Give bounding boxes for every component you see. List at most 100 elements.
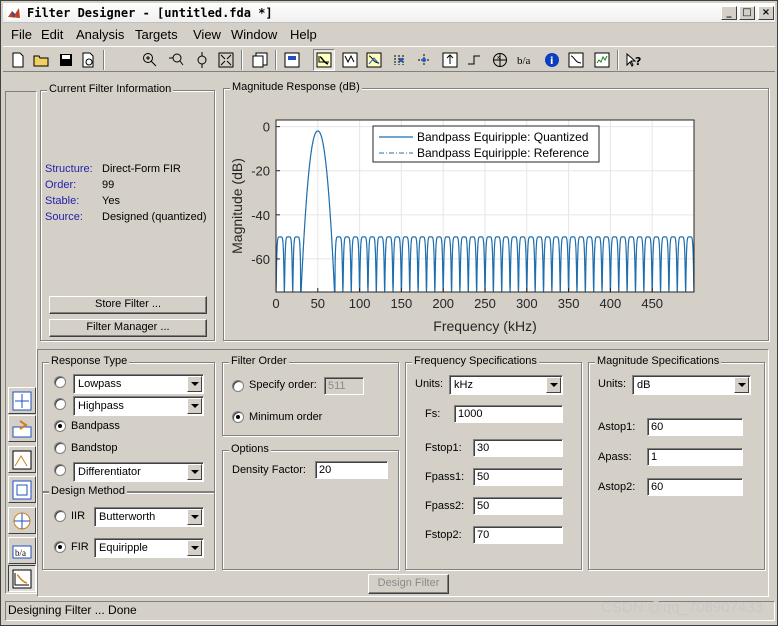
- iir-radio[interactable]: [54, 510, 66, 522]
- mag-units-select[interactable]: dB: [632, 375, 751, 395]
- maximize-button[interactable]: □: [739, 6, 755, 20]
- freq-units-select[interactable]: kHz: [449, 375, 563, 395]
- menu-view[interactable]: View: [193, 27, 221, 42]
- new-figure-icon[interactable]: [249, 49, 271, 71]
- specify-order-radio[interactable]: [232, 380, 244, 392]
- menu-edit[interactable]: Edit: [41, 27, 63, 42]
- x-tick-label: 100: [349, 296, 371, 311]
- x-tick-label: 0: [272, 296, 279, 311]
- differentiator-radio[interactable]: [54, 464, 66, 476]
- fs-input[interactable]: 1000: [454, 405, 563, 423]
- open-icon[interactable]: [31, 49, 53, 71]
- impulse-response-icon[interactable]: [439, 49, 461, 71]
- fs-label: Fs:: [425, 408, 441, 420]
- save-icon[interactable]: [55, 49, 77, 71]
- differentiator-select[interactable]: Differentiator: [73, 462, 204, 482]
- design-filter-button[interactable]: Design Filter: [368, 574, 449, 594]
- info-icon[interactable]: i: [541, 49, 563, 71]
- magnitude-estimate-icon[interactable]: [565, 49, 587, 71]
- astop1-input[interactable]: 60: [647, 418, 743, 436]
- fir-method-select[interactable]: Equiripple: [94, 538, 204, 558]
- minimum-order-radio[interactable]: [232, 411, 244, 423]
- fpass1-input[interactable]: 50: [473, 468, 563, 486]
- y-axis-label: Magnitude (dB): [229, 158, 245, 254]
- bandstop-radio[interactable]: [54, 442, 66, 454]
- highpass-radio[interactable]: [54, 398, 66, 410]
- transform-filter-icon[interactable]: [8, 387, 36, 414]
- watermark: CSDN @qq_708907433: [600, 599, 763, 616]
- toolbar: x b/a i ?: [3, 46, 775, 72]
- fpass2-input[interactable]: 50: [473, 497, 563, 515]
- magnitude-response-title: Magnitude Response (dB): [230, 81, 362, 93]
- print-preview-icon[interactable]: [77, 49, 99, 71]
- fir-radio[interactable]: [54, 541, 66, 553]
- magnitude-response-icon[interactable]: [313, 49, 335, 71]
- import-filter-icon[interactable]: [8, 415, 36, 442]
- svg-text:b/a: b/a: [517, 55, 531, 67]
- filter-specs-icon[interactable]: [281, 49, 303, 71]
- structure-label: Structure:: [45, 163, 93, 175]
- zoom-in-icon[interactable]: [139, 49, 161, 71]
- close-button[interactable]: ×: [758, 6, 774, 20]
- magnitude-response-plot[interactable]: 0 50 100 150 200 250 300 350 400 450 0 -20 -40 -60 Fre…: [224, 97, 768, 339]
- group-delay-icon[interactable]: [389, 49, 411, 71]
- lowpass-radio[interactable]: [54, 376, 66, 388]
- phase-response-icon[interactable]: [339, 49, 361, 71]
- y-tick-label: -60: [251, 252, 270, 267]
- highpass-select[interactable]: Highpass: [73, 396, 204, 416]
- menu-file[interactable]: File: [11, 27, 32, 42]
- fstop1-label: Fstop1:: [425, 442, 462, 454]
- specify-order-label: Specify order:: [249, 379, 317, 391]
- bandpass-label: Bandpass: [71, 420, 120, 432]
- order-input[interactable]: 511: [324, 377, 364, 395]
- options-title: Options: [229, 443, 271, 455]
- order-label: Order:: [45, 179, 77, 191]
- source-label: Source:: [45, 211, 83, 223]
- fstop2-input[interactable]: 70: [473, 526, 563, 544]
- status-text: Designing Filter ... Done: [8, 603, 137, 617]
- density-factor-label: Density Factor:: [232, 464, 306, 476]
- mag-units-label: Units:: [598, 378, 627, 390]
- bandpass-radio[interactable]: [54, 420, 66, 432]
- density-factor-input[interactable]: 20: [315, 461, 388, 479]
- fpass1-label: Fpass1:: [425, 471, 465, 483]
- zoom-x-icon[interactable]: [165, 49, 187, 71]
- menu-help[interactable]: Help: [290, 27, 317, 42]
- coefficients-icon[interactable]: b/a: [515, 49, 537, 71]
- quantization-icon[interactable]: b/a: [8, 537, 36, 564]
- filter-order-title: Filter Order: [229, 355, 289, 367]
- chevron-down-icon: [187, 398, 202, 414]
- filter-manager-button[interactable]: Filter Manager ...: [49, 319, 207, 337]
- apass-label: Apass:: [598, 451, 632, 463]
- lowpass-select[interactable]: Lowpass: [73, 374, 204, 394]
- design-method-title: Design Method: [49, 485, 127, 497]
- store-filter-button[interactable]: Store Filter ...: [49, 296, 207, 314]
- magnitude-phase-icon[interactable]: [363, 49, 385, 71]
- title-bar: Filter Designer - [untitled.fda *] _ □ ×: [3, 3, 775, 23]
- design-filter-icon[interactable]: [8, 565, 36, 592]
- phase-delay-icon[interactable]: [413, 49, 435, 71]
- realize-model-icon[interactable]: [8, 476, 36, 503]
- pole-zero-editor-icon[interactable]: [8, 507, 36, 534]
- menu-targets[interactable]: Targets: [135, 27, 178, 42]
- whats-this-icon[interactable]: ?: [623, 49, 645, 71]
- bandstop-label: Bandstop: [71, 442, 118, 454]
- noise-power-icon[interactable]: [591, 49, 613, 71]
- new-icon[interactable]: [7, 49, 29, 71]
- multirate-icon[interactable]: [8, 446, 36, 473]
- fstop1-input[interactable]: 30: [473, 439, 563, 457]
- iir-method-select[interactable]: Butterworth: [94, 507, 204, 527]
- menu-window[interactable]: Window: [231, 27, 277, 42]
- apass-input[interactable]: 1: [647, 448, 743, 466]
- window-title: Filter Designer - [untitled.fda *]: [27, 6, 273, 20]
- minimize-button[interactable]: _: [721, 6, 737, 20]
- full-view-icon[interactable]: [215, 49, 237, 71]
- order-value: 99: [102, 179, 115, 191]
- zoom-y-icon[interactable]: [191, 49, 213, 71]
- y-tick-label: -40: [251, 208, 270, 223]
- step-response-icon[interactable]: [463, 49, 485, 71]
- astop2-input[interactable]: 60: [647, 478, 743, 496]
- menu-analysis[interactable]: Analysis: [76, 27, 124, 42]
- pole-zero-icon[interactable]: x: [489, 49, 511, 71]
- svg-text:?: ?: [635, 55, 641, 68]
